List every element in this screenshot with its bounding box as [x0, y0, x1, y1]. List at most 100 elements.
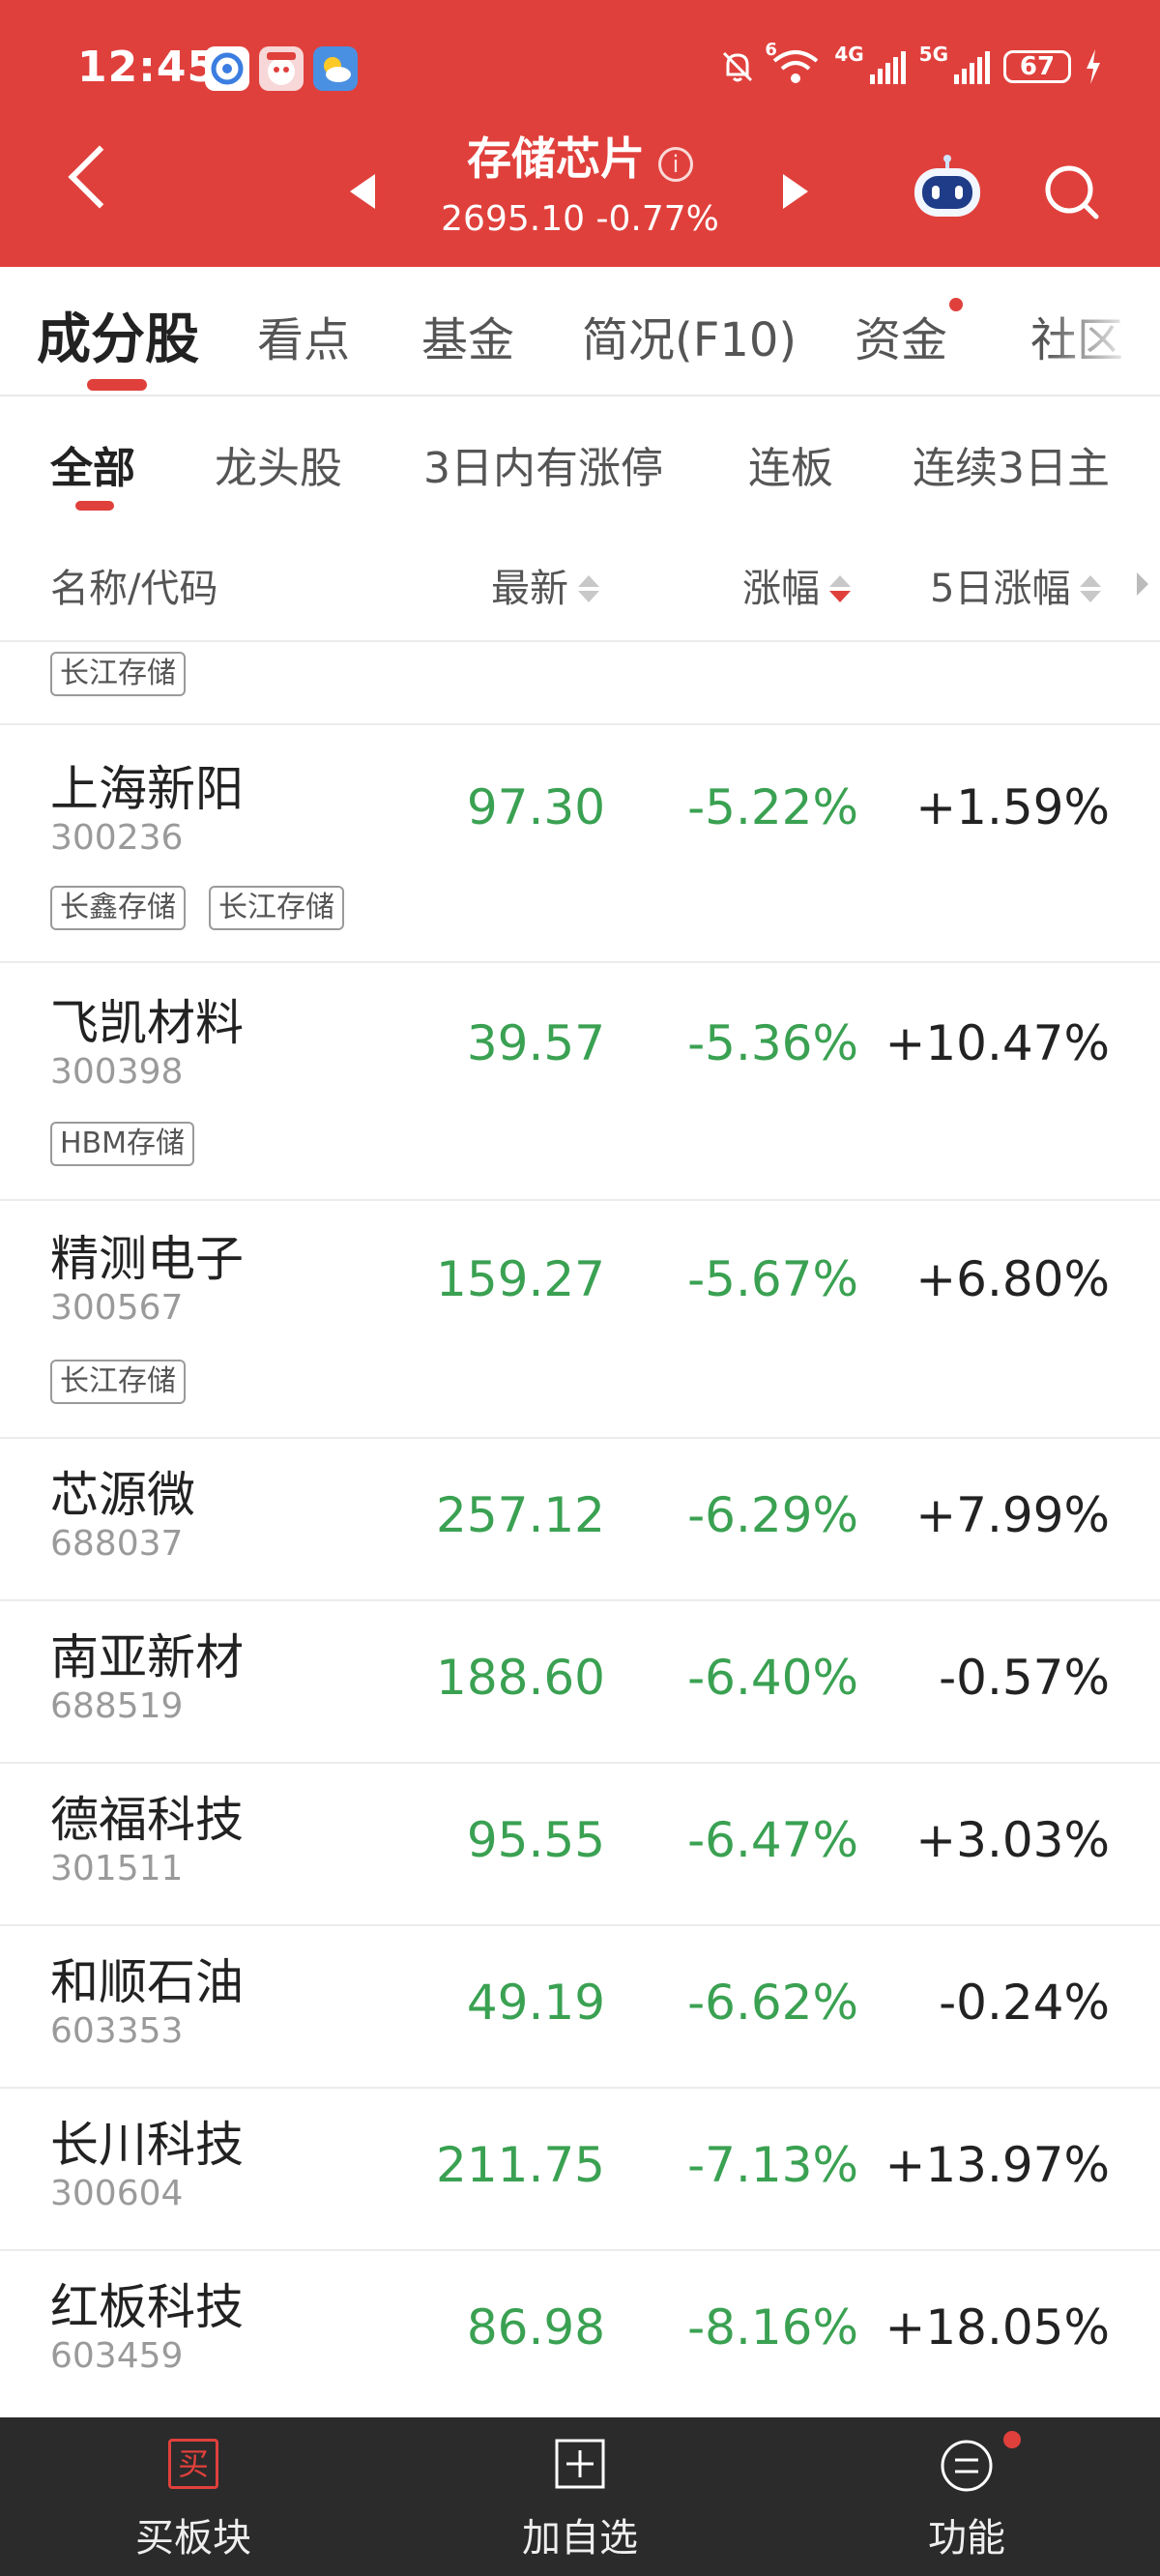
table-row[interactable]: 和顺石油 603353 49.19 -6.62% -0.24%: [0, 1926, 1160, 2089]
stock-change-5d: +13.97%: [884, 2137, 1110, 2193]
stock-price: 211.75: [436, 2137, 605, 2193]
more-columns-arrow-icon[interactable]: [1137, 572, 1148, 596]
signal-bars-1-icon: [869, 49, 906, 84]
stock-code: 300567: [50, 1288, 184, 1328]
stock-change-5d: +3.03%: [915, 1812, 1110, 1868]
filter-all[interactable]: 全部: [50, 433, 135, 495]
table-row[interactable]: 德福科技 301511 95.55 -6.47% +3.03%: [0, 1764, 1160, 1926]
index-quote: 2695.10 -0.77%: [387, 199, 773, 239]
column-change-5d[interactable]: 5日涨幅: [930, 557, 1102, 613]
concept-tag: 长江存储: [50, 652, 186, 696]
sort-desc-active-icon: [829, 575, 851, 602]
filter-leaders[interactable]: 龙头股: [215, 433, 342, 495]
stock-change-5d: +1.59%: [915, 779, 1110, 835]
stock-code: 300398: [50, 1052, 184, 1092]
table-row-partial[interactable]: 长江存储: [0, 640, 1160, 725]
top-header: 12:45 6 4G 5G 67 存储芯片 i 2695.10 -0.77%: [0, 0, 1160, 267]
buy-icon: 买: [168, 2439, 218, 2489]
stock-name: 飞凯材料: [50, 995, 244, 1051]
prev-sector-arrow-icon[interactable]: [350, 174, 375, 209]
stock-change-5d: +18.05%: [884, 2299, 1110, 2356]
bottom-action-bar: 买 买板块 加自选 功能: [0, 2417, 1160, 2576]
stock-code: 688037: [50, 1524, 184, 1564]
stock-code: 300604: [50, 2174, 184, 2213]
index-value: 2695.10: [441, 199, 586, 239]
stock-change: -5.36%: [687, 1015, 858, 1071]
robot-assistant-icon[interactable]: [909, 155, 986, 222]
network-type-2: 5G: [918, 43, 948, 66]
table-row[interactable]: 芯源微 688037 257.12 -6.29% +7.99%: [0, 1439, 1160, 1601]
functions-notification-dot: [1003, 2431, 1021, 2448]
stock-name: 红板科技: [50, 2279, 244, 2335]
filter-active-indicator: [75, 501, 114, 511]
stock-name: 和顺石油: [50, 1954, 244, 2010]
sort-icon: [578, 575, 599, 602]
stock-code: 301511: [50, 1849, 184, 1888]
table-row[interactable]: 上海新阳 300236 97.30 -5.22% +1.59% 长鑫存储 长江存…: [0, 725, 1160, 963]
column-change[interactable]: 涨幅: [742, 557, 851, 613]
stock-change: -5.67%: [687, 1251, 858, 1307]
tab-f10-overview[interactable]: 简况(F10): [582, 302, 797, 369]
functions-label: 功能: [928, 2516, 1005, 2561]
buy-sector-button[interactable]: 买 买板块: [0, 2417, 387, 2576]
tab-capital-flow[interactable]: 资金: [855, 302, 947, 369]
stock-change-5d: -0.24%: [939, 1975, 1110, 2031]
charging-bolt-icon: [1087, 49, 1100, 84]
functions-button[interactable]: 功能: [773, 2417, 1160, 2576]
header-title-block: 存储芯片 i 2695.10 -0.77%: [387, 124, 773, 239]
tab-capital-flow-dot: [949, 298, 963, 311]
column-price[interactable]: 最新: [491, 557, 599, 613]
tab-constituents[interactable]: 成分股: [37, 296, 199, 374]
next-sector-arrow-icon[interactable]: [783, 174, 808, 209]
main-tab-bar: 成分股 看点 基金 简况(F10) 资金 社区: [0, 267, 1160, 396]
column-change-5d-label: 5日涨幅: [930, 567, 1071, 611]
tab-highlights[interactable]: 看点: [257, 302, 350, 369]
stock-change: -5.22%: [687, 779, 858, 835]
stock-price: 188.60: [436, 1650, 605, 1706]
stock-code: 300236: [50, 818, 184, 858]
stock-code: 688519: [50, 1686, 184, 1726]
battery-indicator: 67: [1003, 50, 1071, 83]
stock-name: 德福科技: [50, 1792, 244, 1848]
concept-tag: 长鑫存储: [50, 886, 186, 930]
stock-name: 芯源微: [50, 1467, 195, 1523]
menu-circle-icon: [941, 2440, 993, 2492]
table-row[interactable]: 南亚新材 688519 188.60 -6.40% -0.57%: [0, 1601, 1160, 1764]
stock-price: 95.55: [466, 1812, 605, 1868]
column-price-label: 最新: [491, 567, 568, 611]
network-type-1: 4G: [834, 43, 864, 66]
stock-name: 精测电子: [50, 1231, 244, 1287]
stock-code: 603353: [50, 2011, 184, 2051]
column-name-code: 名称/代码: [50, 567, 218, 611]
filter-limit-up-3d[interactable]: 3日内有涨停: [423, 433, 663, 495]
filter-3d-main-flow[interactable]: 连续3日主: [913, 433, 1110, 495]
stock-change-5d: +7.99%: [915, 1487, 1110, 1543]
index-change: -0.77%: [595, 199, 719, 239]
info-icon[interactable]: i: [658, 146, 693, 182]
add-watchlist-label: 加自选: [522, 2516, 638, 2561]
table-header: 名称/代码 最新 涨幅 5日涨幅: [0, 520, 1160, 642]
table-row[interactable]: 飞凯材料 300398 39.57 -5.36% +10.47% HBM存储: [0, 963, 1160, 1201]
stock-change: -6.47%: [687, 1812, 858, 1868]
weather-icon: [313, 46, 358, 91]
table-row[interactable]: 精测电子 300567 159.27 -5.67% +6.80% 长江存储: [0, 1201, 1160, 1439]
concept-tag: HBM存储: [50, 1122, 195, 1166]
tab-funds[interactable]: 基金: [421, 302, 514, 369]
app-notification-icon-2: [259, 46, 304, 91]
add-watchlist-button[interactable]: 加自选: [387, 2417, 773, 2576]
table-row[interactable]: 红板科技 603459 86.98 -8.16% +18.05%: [0, 2251, 1160, 2417]
status-bar: 12:45 6 4G 5G 67: [0, 0, 1160, 135]
mute-bell-icon: [723, 51, 753, 82]
search-icon[interactable]: [1044, 164, 1100, 220]
concept-tag: 长江存储: [209, 886, 344, 930]
column-change-label: 涨幅: [742, 567, 820, 611]
active-tab-indicator: [87, 379, 147, 391]
sort-icon: [1080, 575, 1102, 602]
filter-consecutive-limit[interactable]: 连板: [748, 433, 833, 495]
back-arrow-icon[interactable]: [68, 145, 131, 209]
table-row[interactable]: 长川科技 300604 211.75 -7.13% +13.97%: [0, 2089, 1160, 2251]
app-notification-icon-1: [205, 46, 249, 91]
stock-change: -7.13%: [687, 2137, 858, 2193]
wifi-badge: 6: [765, 40, 777, 60]
stock-change: -6.40%: [687, 1650, 858, 1706]
